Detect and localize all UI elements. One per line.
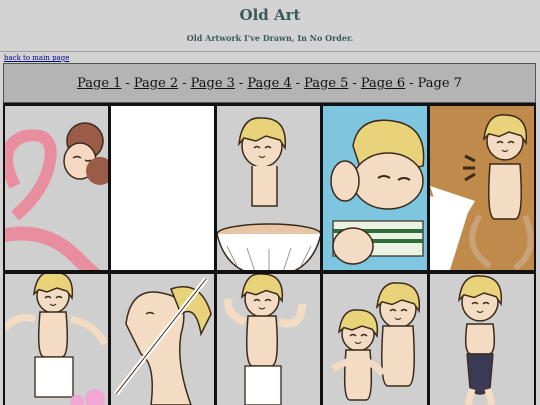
thumbnail-artwork: [323, 106, 427, 265]
pagination-separator: -: [352, 75, 357, 91]
pagination-separator: -: [295, 75, 301, 91]
thumbnail-blonde-character-in-bowl[interactable]: [217, 106, 320, 270]
pagination: Page 1- Page 2- Page 3- Page 4- Page 5- Page …: [3, 63, 536, 103]
thumbnail-artwork: [457, 275, 503, 405]
thumbnail-pink-serpent-character[interactable]: [5, 106, 108, 270]
thumbnail-blonde-character-surprised[interactable]: [430, 106, 534, 270]
thumbnail-artwork: [224, 274, 306, 405]
thumbnail-artwork: [5, 274, 108, 405]
pagination-separator: -: [125, 75, 130, 91]
thumbnail-artwork: [331, 282, 421, 401]
thumbnail-blank[interactable]: [111, 106, 214, 270]
thumbnail-artwork: [5, 122, 108, 270]
back-to-main-link[interactable]: back to main page: [4, 54, 69, 62]
page-link-2[interactable]: Page 2: [134, 76, 178, 91]
site-title: Old Art: [239, 6, 301, 24]
page-link-1[interactable]: Page 1: [77, 76, 121, 91]
thumbnail-artwork: [111, 106, 214, 270]
header-divider: [0, 51, 540, 52]
thumbnail-artwork: [430, 114, 534, 270]
pagination-separator: -: [182, 75, 187, 91]
page-current: Page 7: [417, 75, 462, 91]
thumbnail-blonde-character-flexing[interactable]: [217, 274, 320, 405]
page-link-3[interactable]: Page 3: [191, 76, 235, 91]
thumbnail-blonde-character-swimsuit[interactable]: [430, 274, 534, 405]
pagination-separator: -: [409, 75, 414, 91]
pagination-separator: -: [238, 75, 244, 91]
thumbnail-grid: [3, 103, 536, 405]
thumbnail-blonde-character-stretching[interactable]: [5, 274, 108, 405]
thumbnail-melting-figure[interactable]: [111, 274, 214, 405]
thumbnail-artwork: [217, 117, 320, 270]
thumbnail-artwork: [114, 277, 212, 405]
page-link-5[interactable]: Page 5: [304, 76, 348, 91]
site-subtitle: Old Artwork I've Drawn, In No Order.: [186, 33, 354, 43]
thumbnail-blonde-character-relaxing[interactable]: [323, 106, 427, 270]
page-link-4[interactable]: Page 4: [247, 76, 291, 91]
thumbnail-two-blonde-characters[interactable]: [323, 274, 427, 405]
page-link-6[interactable]: Page 6: [361, 76, 405, 91]
